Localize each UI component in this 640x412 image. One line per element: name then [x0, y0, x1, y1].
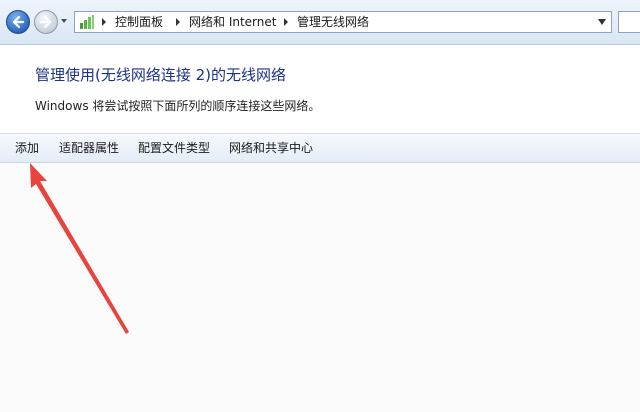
wireless-networks-list[interactable] [0, 163, 640, 412]
manage-wireless-networks-window: 控制面板 网络和 Internet 管理无线网络 管理使用(无线网络连接 2)的… [0, 0, 640, 412]
command-bar: 添加 适配器属性 配置文件类型 网络和共享中心 [0, 133, 640, 163]
page-title: 管理使用(无线网络连接 2)的无线网络 [35, 66, 287, 84]
breadcrumb-separator-icon[interactable] [283, 18, 289, 26]
add-network-button[interactable]: 添加 [15, 140, 39, 156]
navigation-bar: 控制面板 网络和 Internet 管理无线网络 [0, 0, 640, 45]
address-bar[interactable]: 控制面板 网络和 Internet 管理无线网络 [74, 11, 612, 33]
recent-pages-dropdown-icon[interactable] [60, 17, 68, 25]
breadcrumb-control-panel[interactable]: 控制面板 [115, 15, 163, 29]
search-input[interactable] [618, 11, 640, 33]
adapter-properties-button[interactable]: 适配器属性 [59, 140, 119, 156]
breadcrumb-manage-wireless[interactable]: 管理无线网络 [297, 15, 369, 29]
back-button[interactable] [6, 10, 30, 34]
network-sharing-center-button[interactable]: 网络和共享中心 [229, 140, 313, 156]
profile-types-button[interactable]: 配置文件类型 [138, 140, 210, 156]
back-arrow-icon [12, 15, 25, 29]
forward-arrow-icon [39, 15, 52, 29]
forward-button[interactable] [34, 10, 58, 34]
control-panel-icon [80, 15, 94, 29]
breadcrumb-separator-icon[interactable] [175, 18, 181, 26]
breadcrumb-separator-icon[interactable] [101, 18, 107, 26]
breadcrumb-network-internet[interactable]: 网络和 Internet [189, 15, 276, 29]
page-description: Windows 将尝试按照下面所列的顺序连接这些网络。 [35, 99, 321, 113]
chevron-down-icon[interactable] [598, 19, 606, 25]
